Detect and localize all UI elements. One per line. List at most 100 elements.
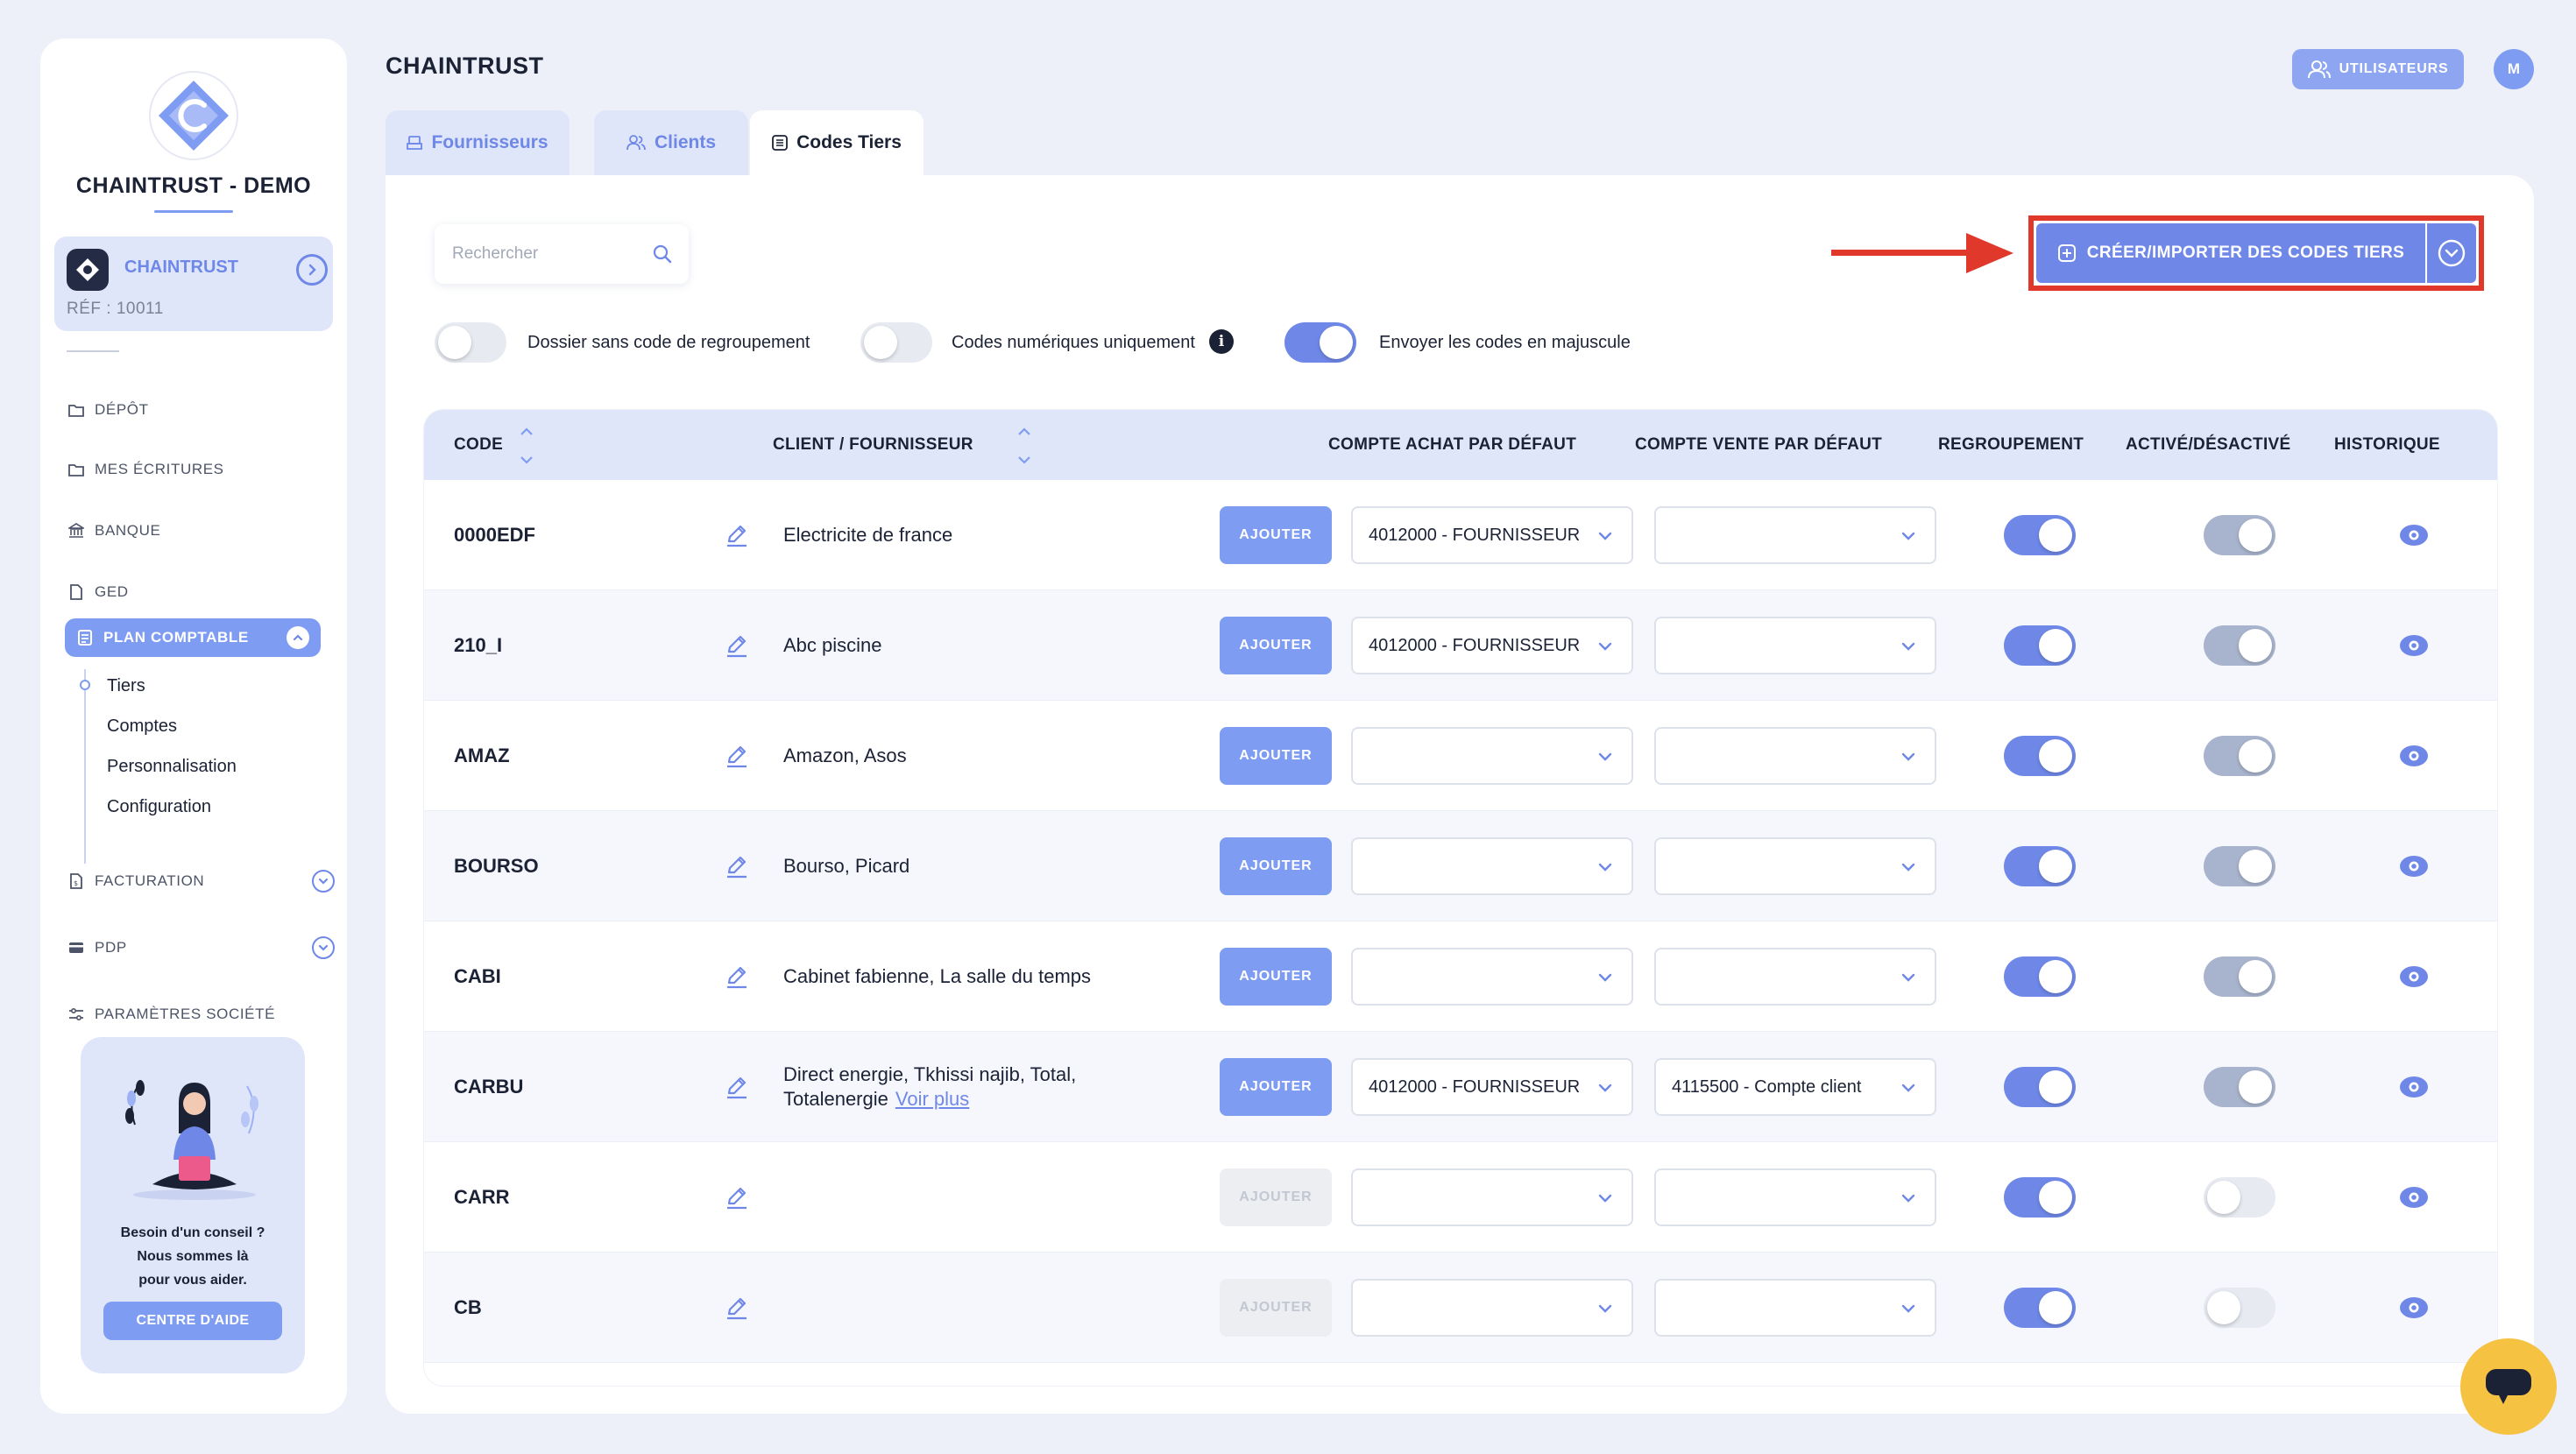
grouping-toggle[interactable] <box>2004 846 2076 886</box>
add-button[interactable]: AJOUTER <box>1220 617 1332 674</box>
purchase-account-select[interactable] <box>1351 1279 1633 1337</box>
edit-icon[interactable] <box>724 1184 750 1210</box>
sales-account-select[interactable] <box>1654 948 1936 1006</box>
sales-account-select[interactable] <box>1654 1279 1936 1337</box>
grouping-toggle[interactable] <box>2004 1067 2076 1107</box>
create-options-dropdown[interactable] <box>2427 223 2476 283</box>
sort-icon[interactable] <box>519 424 534 468</box>
nav-facturation[interactable]: $ FACTURATION <box>67 864 335 899</box>
edit-icon[interactable] <box>724 1074 750 1100</box>
org-selector[interactable]: CHAINTRUST RÉF : 10011 <box>54 236 333 331</box>
purchase-account-select[interactable] <box>1351 1168 1633 1226</box>
tier-code: CARBU <box>454 1076 524 1098</box>
table-row: BOURSO Bourso, Picard AJOUTER <box>424 811 2497 921</box>
edit-icon[interactable] <box>724 743 750 769</box>
history-eye-icon[interactable] <box>2399 855 2429 878</box>
sales-account-select[interactable] <box>1654 506 1936 564</box>
help-center-button[interactable]: CENTRE D'AIDE <box>103 1302 282 1340</box>
edit-icon[interactable] <box>724 963 750 990</box>
nav-plan-comptable[interactable]: PLAN COMPTABLE <box>65 618 321 657</box>
search-input[interactable] <box>435 224 689 284</box>
active-toggle[interactable] <box>2204 956 2275 997</box>
users-button[interactable]: UTILISATEURS <box>2292 49 2464 89</box>
add-button[interactable]: AJOUTER <box>1220 1058 1332 1116</box>
active-toggle[interactable] <box>2204 515 2275 555</box>
avatar[interactable]: M <box>2494 49 2534 89</box>
chevron-down-icon <box>1900 527 1917 547</box>
nav-banque[interactable]: BANQUE <box>67 513 160 548</box>
chat-button[interactable] <box>2460 1338 2557 1435</box>
active-toggle[interactable] <box>2204 1177 2275 1218</box>
client-cell <box>783 1253 1151 1363</box>
subnav-personnalisation[interactable]: Personnalisation <box>107 757 237 777</box>
history-eye-icon[interactable] <box>2399 965 2429 988</box>
sales-account-select[interactable]: 4115500 - Compte client <box>1654 1058 1936 1116</box>
nav-parametres[interactable]: PARAMÈTRES SOCIÉTÉ <box>67 997 275 1032</box>
toggle-no-group-code[interactable] <box>435 322 506 363</box>
add-button[interactable]: AJOUTER <box>1220 948 1332 1006</box>
purchase-account-select[interactable]: 4012000 - FOURNISSEUR <box>1351 506 1633 564</box>
edit-icon[interactable] <box>724 632 750 659</box>
purchase-account-select[interactable] <box>1351 837 1633 895</box>
chevron-down-icon[interactable] <box>312 936 335 959</box>
add-button[interactable]: AJOUTER <box>1220 1279 1332 1337</box>
tab-clients[interactable]: Clients <box>594 110 748 175</box>
history-eye-icon[interactable] <box>2399 1186 2429 1209</box>
history-eye-icon[interactable] <box>2399 1296 2429 1319</box>
sales-account-select[interactable] <box>1654 727 1936 785</box>
tab-fournisseurs[interactable]: Fournisseurs <box>386 110 570 175</box>
history-eye-icon[interactable] <box>2399 634 2429 657</box>
subnav-configuration[interactable]: Configuration <box>107 797 211 817</box>
create-import-main[interactable]: CRÉER/IMPORTER DES CODES TIERS <box>2036 223 2425 283</box>
nav-pdp[interactable]: PDP <box>67 930 335 965</box>
add-button[interactable]: AJOUTER <box>1220 837 1332 895</box>
toggle-uppercase[interactable] <box>1284 322 1356 363</box>
sales-account-select[interactable] <box>1654 1168 1936 1226</box>
active-toggle[interactable] <box>2204 625 2275 666</box>
purchase-account-select[interactable] <box>1351 727 1633 785</box>
add-button[interactable]: AJOUTER <box>1220 1168 1332 1226</box>
edit-icon[interactable] <box>724 522 750 548</box>
nav-depot[interactable]: DÉPÔT <box>67 392 149 427</box>
subnav-comptes[interactable]: Comptes <box>107 716 177 737</box>
nav-ecritures[interactable]: MES ÉCRITURES <box>67 452 224 487</box>
subnav-tiers[interactable]: Tiers <box>107 676 145 696</box>
see-more-link[interactable]: Voir plus <box>895 1088 969 1110</box>
active-toggle[interactable] <box>2204 736 2275 776</box>
purchase-account-select[interactable] <box>1351 948 1633 1006</box>
sales-account-select[interactable] <box>1654 617 1936 674</box>
add-button[interactable]: AJOUTER <box>1220 727 1332 785</box>
sales-account-select[interactable] <box>1654 837 1936 895</box>
active-toggle[interactable] <box>2204 1067 2275 1107</box>
purchase-account-select[interactable]: 4012000 - FOURNISSEUR <box>1351 617 1633 674</box>
add-button[interactable]: AJOUTER <box>1220 506 1332 564</box>
create-import-button[interactable]: CRÉER/IMPORTER DES CODES TIERS <box>2036 223 2476 283</box>
nav-ged[interactable]: GED <box>67 575 129 610</box>
active-toggle[interactable] <box>2204 846 2275 886</box>
history-eye-icon[interactable] <box>2399 1076 2429 1098</box>
search-icon[interactable] <box>652 244 673 269</box>
grouping-toggle[interactable] <box>2004 625 2076 666</box>
grouping-toggle[interactable] <box>2004 736 2076 776</box>
grouping-toggle[interactable] <box>2004 956 2076 997</box>
active-toggle[interactable] <box>2204 1288 2275 1328</box>
sort-icon[interactable] <box>1016 424 1032 468</box>
grouping-toggle[interactable] <box>2004 1177 2076 1218</box>
chevron-down-icon[interactable] <box>312 870 335 893</box>
toggle-numeric-only[interactable] <box>860 322 932 363</box>
grouping-toggle[interactable] <box>2004 1288 2076 1328</box>
chevron-up-icon[interactable] <box>287 626 309 649</box>
grouping-toggle[interactable] <box>2004 515 2076 555</box>
table-row: 210_I Abc piscine AJOUTER 4012000 - FOUR… <box>424 590 2497 701</box>
help-text: Besoin d'un conseil ? Nous sommes là pou… <box>81 1221 305 1292</box>
purchase-account-select[interactable]: 4012000 - FOURNISSEUR <box>1351 1058 1633 1116</box>
history-eye-icon[interactable] <box>2399 745 2429 767</box>
search-box[interactable] <box>435 224 689 284</box>
tab-codes-tiers[interactable]: Codes Tiers <box>750 110 924 175</box>
table-row: 0000EDF Electricite de france AJOUTER 40… <box>424 480 2497 590</box>
info-icon[interactable]: i <box>1209 329 1234 354</box>
chevron-right-icon[interactable] <box>296 254 328 286</box>
history-eye-icon[interactable] <box>2399 524 2429 547</box>
edit-icon[interactable] <box>724 853 750 879</box>
edit-icon[interactable] <box>724 1295 750 1321</box>
